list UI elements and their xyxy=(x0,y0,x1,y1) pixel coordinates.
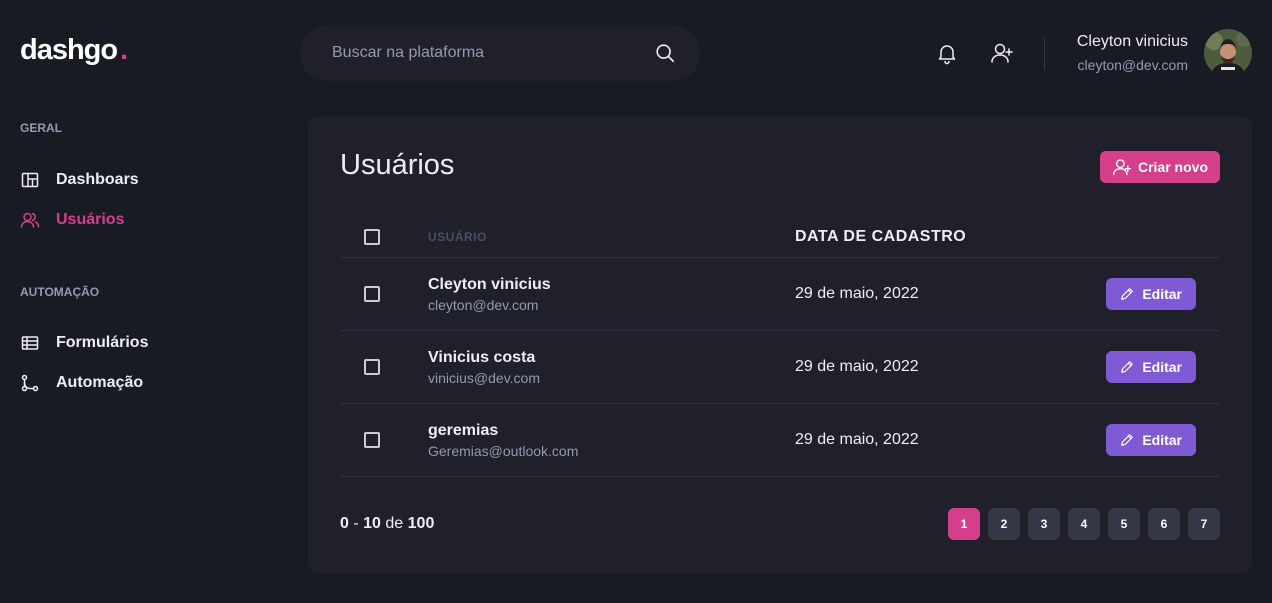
row-checkbox[interactable] xyxy=(364,359,380,375)
table-row: geremias Geremias@outlook.com 29 de maio… xyxy=(340,404,1220,477)
column-header-date: DATA DE CADASTRO xyxy=(795,228,967,245)
user-email: Geremias@outlook.com xyxy=(428,442,579,459)
profile-info: Cleyton vinicius cleyton@dev.com xyxy=(1077,33,1188,73)
app: dashgo. Cleyton vinicius cleyton@dev.com xyxy=(0,0,1272,603)
user-cell: Vinicius costa vinicius@dev.com xyxy=(428,349,795,386)
page-title: Usuários xyxy=(340,149,455,181)
search-bar xyxy=(300,25,700,81)
user-cell: geremias Geremias@outlook.com xyxy=(428,422,795,459)
action-cell: Editar xyxy=(1106,424,1220,456)
pencil-icon xyxy=(1121,361,1134,373)
column-header-user: USUÁRIO xyxy=(428,230,487,244)
automation-icon xyxy=(21,374,39,392)
logo-text: dashgo xyxy=(20,34,118,66)
pagination-separator: - xyxy=(353,515,359,532)
sidebar-item-users[interactable]: Usuários xyxy=(20,210,124,230)
table-header: USUÁRIO DATA DE CADASTRO xyxy=(340,217,1220,258)
user-email: vinicius@dev.com xyxy=(428,369,540,386)
users-icon xyxy=(20,212,40,228)
select-all-checkbox[interactable] xyxy=(364,229,380,245)
page-button-7[interactable]: 7 xyxy=(1188,508,1220,540)
sidebar-section-title-automacao: AUTOMAÇÃO xyxy=(20,285,100,299)
page-button-1[interactable]: 1 xyxy=(948,508,980,540)
search-input[interactable] xyxy=(332,44,654,62)
row-checkbox-cell xyxy=(340,359,428,375)
user-cell: Cleyton vinicius cleyton@dev.com xyxy=(428,276,795,313)
row-checkbox[interactable] xyxy=(364,286,380,302)
user-name: Vinicius costa xyxy=(428,348,536,366)
action-cell: Editar xyxy=(1106,351,1220,383)
pencil-icon xyxy=(1121,288,1134,300)
sidebar-item-automation[interactable]: Automação xyxy=(20,373,143,393)
pagination-end: 10 xyxy=(363,515,381,532)
users-table: USUÁRIO DATA DE CADASTRO Cleyton viniciu… xyxy=(340,217,1220,477)
forms-icon xyxy=(21,336,39,350)
pagination-of: de xyxy=(385,515,404,532)
sidebar-item-label: Automação xyxy=(56,374,144,391)
registration-date: 29 de maio, 2022 xyxy=(795,431,919,448)
row-checkbox-cell xyxy=(340,432,428,448)
action-cell: Editar xyxy=(1106,278,1220,310)
user-name: geremias xyxy=(428,421,499,439)
sidebar-item-label: Formulários xyxy=(56,334,149,351)
page-button-5[interactable]: 5 xyxy=(1108,508,1140,540)
users-card: Usuários Criar novo USUÁRIO DATA DE CADA… xyxy=(308,117,1252,573)
profile-email: cleyton@dev.com xyxy=(1077,57,1188,73)
registration-date: 29 de maio, 2022 xyxy=(795,285,919,302)
edit-label: Editar xyxy=(1142,359,1182,375)
pagination-total: 100 xyxy=(407,515,435,532)
logo-dot: . xyxy=(120,34,128,66)
avatar-image xyxy=(1204,29,1252,77)
user-email: cleyton@dev.com xyxy=(428,296,539,313)
row-checkbox[interactable] xyxy=(364,432,380,448)
add-user-icon xyxy=(1112,159,1131,176)
search-icon[interactable] xyxy=(654,42,676,64)
notification-bell-icon[interactable] xyxy=(935,41,959,65)
sidebar-item-label: Usuários xyxy=(56,211,125,228)
avatar[interactable] xyxy=(1204,29,1252,77)
edit-button[interactable]: Editar xyxy=(1106,351,1196,383)
page-button-2[interactable]: 2 xyxy=(988,508,1020,540)
page-button-4[interactable]: 4 xyxy=(1068,508,1100,540)
edit-label: Editar xyxy=(1142,286,1182,302)
pagination-info: 0 - 10 de 100 xyxy=(340,515,434,533)
registration-date: 29 de maio, 2022 xyxy=(795,358,919,375)
add-user-icon[interactable] xyxy=(990,41,1014,65)
row-checkbox-cell xyxy=(340,286,428,302)
pencil-icon xyxy=(1121,434,1134,446)
edit-label: Editar xyxy=(1142,432,1182,448)
create-new-label: Criar novo xyxy=(1137,159,1208,175)
sidebar-item-forms[interactable]: Formulários xyxy=(20,333,148,353)
logo: dashgo. xyxy=(20,34,128,67)
edit-button[interactable]: Editar xyxy=(1106,278,1196,310)
page-button-3[interactable]: 3 xyxy=(1028,508,1060,540)
table-row: Vinicius costa vinicius@dev.com 29 de ma… xyxy=(340,331,1220,404)
sidebar-item-dashboards[interactable]: Dashboars xyxy=(20,170,139,190)
header-divider xyxy=(1044,38,1045,70)
header-checkbox-cell xyxy=(340,229,428,245)
page-button-6[interactable]: 6 xyxy=(1148,508,1180,540)
user-name: Cleyton vinicius xyxy=(428,275,551,293)
profile-name: Cleyton vinicius xyxy=(1076,33,1188,50)
pagination: 1 2 3 4 5 6 7 xyxy=(948,508,1220,540)
sidebar-section-title-geral: GERAL xyxy=(20,121,62,135)
dashboard-icon xyxy=(21,172,39,188)
pagination-start: 0 xyxy=(340,515,349,532)
table-row: Cleyton vinicius cleyton@dev.com 29 de m… xyxy=(340,258,1220,331)
sidebar-item-label: Dashboars xyxy=(56,171,139,188)
create-new-button[interactable]: Criar novo xyxy=(1099,151,1220,183)
edit-button[interactable]: Editar xyxy=(1106,424,1196,456)
